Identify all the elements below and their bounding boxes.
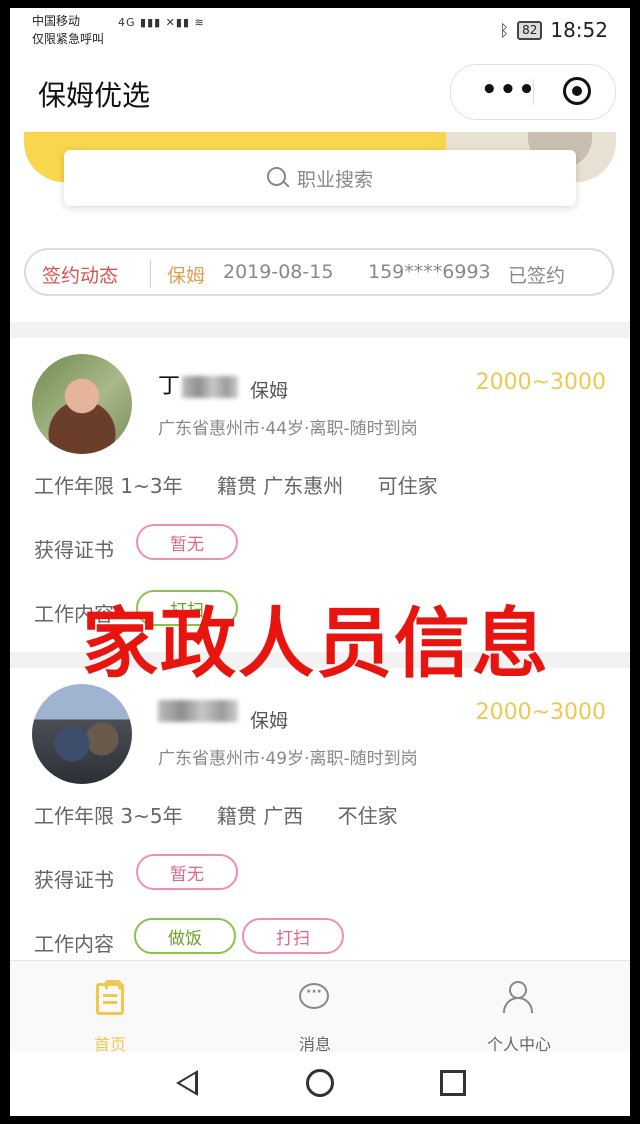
experience: 工作年限 1~3年 [34, 474, 183, 498]
user-icon-body [503, 997, 533, 1013]
message-icon [299, 983, 329, 1009]
live-in: 可住家 [377, 474, 438, 498]
ticker-phone: 159****6993 [368, 261, 491, 283]
name-blur [182, 376, 239, 398]
nanny-name: 丁 [158, 368, 239, 400]
signal-icon: 4G ▮▮▮ ✕▮▮ ≋ [118, 16, 205, 29]
cert-badge: 暂无 [136, 854, 238, 890]
native-place: 籍贯 广东惠州 [216, 474, 344, 498]
search-input[interactable]: 职业搜索 [64, 150, 576, 206]
ticker-role: 保姆 [167, 265, 206, 287]
title-bar: 保姆优选 ••• [10, 52, 630, 132]
tab-home[interactable]: 首页 [50, 961, 170, 1054]
watermark-caption: 家政人员信息 [82, 599, 550, 688]
recent-apps-icon[interactable] [440, 1070, 466, 1096]
clipboard-icon [96, 980, 124, 1015]
close-target-icon[interactable] [563, 77, 591, 105]
more-icon[interactable]: ••• [481, 75, 537, 105]
tab-profile[interactable]: 个人中心 [459, 961, 579, 1054]
back-icon[interactable] [176, 1070, 198, 1096]
ticker-date: 2019-08-15 [223, 261, 334, 283]
nanny-info: 广东省惠州市·44岁·离职-随时到岗 [158, 419, 418, 439]
status-bar: 中国移动 仅限紧急呼叫 4G ▮▮▮ ✕▮▮ ≋ ᛒ 82 18:52 [10, 8, 630, 52]
search-placeholder: 职业搜索 [296, 168, 373, 191]
native-place: 籍贯 广西 [216, 804, 304, 828]
nanny-role: 保姆 [250, 710, 289, 732]
work-label: 工作内容 [34, 932, 114, 956]
cert-badge: 暂无 [136, 524, 238, 560]
details-row: 工作年限 3~5年 籍贯 广西 不住家 [34, 800, 426, 829]
salary-range: 2000~3000 [475, 700, 606, 725]
battery-icon: 82 [517, 20, 543, 40]
section-divider [10, 322, 630, 338]
work-tag-cooking: 做饭 [134, 918, 236, 954]
details-row: 工作年限 1~3年 籍贯 广东惠州 可住家 [34, 470, 466, 499]
search-icon [266, 167, 289, 189]
home-icon[interactable] [306, 1069, 334, 1097]
experience: 工作年限 3~5年 [34, 804, 183, 828]
carrier-status: 仅限紧急呼叫 [32, 32, 105, 46]
bluetooth-icon: ᛒ [499, 20, 510, 40]
nanny-card[interactable]: 保姆 2000~3000 广东省惠州市·49岁·离职-随时到岗 工作年限 3~5… [10, 668, 630, 968]
avatar [32, 354, 132, 454]
carrier-name: 中国移动 [32, 14, 81, 28]
bottom-tab-bar: 首页 消息 个人中心 [10, 960, 630, 1054]
work-tag-cleaning: 打扫 [242, 918, 344, 954]
live-in: 不住家 [337, 804, 398, 828]
contract-ticker[interactable]: 签约动态 保姆 2019-08-15 159****6993 已签约 [24, 248, 614, 296]
cert-label: 获得证书 [34, 538, 114, 562]
page-title: 保姆优选 [38, 79, 151, 112]
tab-messages[interactable]: 消息 [255, 961, 375, 1054]
name-blur [158, 700, 238, 722]
nanny-info: 广东省惠州市·49岁·离职-随时到岗 [158, 749, 418, 769]
ticker-label: 签约动态 [42, 265, 119, 287]
avatar [32, 684, 132, 784]
salary-range: 2000~3000 [475, 370, 606, 395]
system-nav-bar [10, 1052, 630, 1116]
ticker-status: 已签约 [508, 265, 566, 287]
miniprogram-capsule: ••• [450, 64, 616, 120]
clock: 18:52 [550, 18, 608, 42]
nanny-name [158, 698, 238, 723]
nanny-surname: 丁 [158, 374, 181, 399]
nanny-role: 保姆 [250, 380, 289, 402]
phone-screen: 中国移动 仅限紧急呼叫 4G ▮▮▮ ✕▮▮ ≋ ᛒ 82 18:52 保姆优选… [10, 8, 630, 1116]
ticker-divider [150, 260, 151, 288]
cert-label: 获得证书 [34, 868, 114, 892]
capsule-divider [533, 79, 534, 105]
